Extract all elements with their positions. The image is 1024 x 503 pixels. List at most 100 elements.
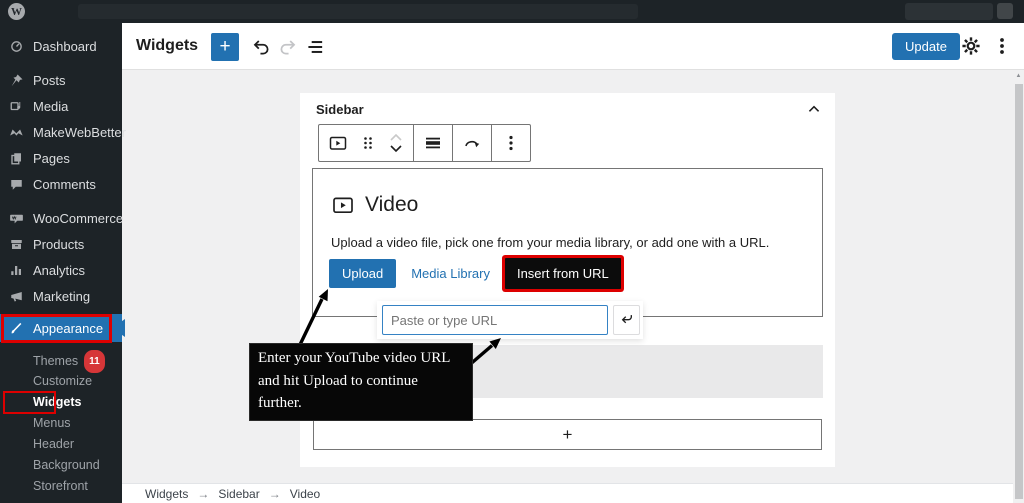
sidebar-item-label: Appearance bbox=[33, 321, 103, 336]
url-popover bbox=[377, 301, 643, 339]
gear-icon[interactable] bbox=[960, 35, 982, 57]
block-toolbar bbox=[318, 124, 531, 162]
admin-top-bar: W bbox=[0, 0, 1024, 23]
breadcrumb-arrow: → bbox=[197, 487, 209, 501]
sidebar-item-pages[interactable]: Pages bbox=[0, 145, 122, 171]
makewebbetter-icon bbox=[9, 125, 24, 140]
themes-update-badge: 11 bbox=[84, 350, 105, 373]
sidebar-item-label: Pages bbox=[33, 151, 70, 166]
toolbar-group-block bbox=[319, 125, 413, 161]
video-block-icon bbox=[331, 193, 355, 217]
align-button[interactable] bbox=[418, 126, 448, 160]
blurred-site-title bbox=[78, 4, 638, 19]
breadcrumb-widgets[interactable]: Widgets bbox=[145, 487, 188, 501]
update-button[interactable]: Update bbox=[892, 33, 960, 60]
undo-button[interactable] bbox=[250, 36, 272, 58]
sidebar-item-label: Analytics bbox=[33, 263, 85, 278]
submenu-item-background[interactable]: Background bbox=[0, 455, 122, 476]
curved-arrow-icon bbox=[462, 133, 482, 153]
scrollbar-up-arrow[interactable]: ▲ bbox=[1013, 70, 1024, 82]
sidebar-item-label: MakeWebBetter bbox=[33, 125, 126, 140]
submenu-item-menus[interactable]: Menus bbox=[0, 413, 122, 434]
sidebar-item-marketing[interactable]: Marketing bbox=[0, 283, 122, 309]
toolbar-group-move bbox=[452, 125, 491, 161]
media-library-button[interactable]: Media Library bbox=[411, 266, 490, 281]
sidebar-item-dashboard[interactable]: Dashboard bbox=[0, 33, 122, 59]
add-block-button[interactable]: + bbox=[211, 33, 239, 61]
submenu-item-themes[interactable]: Themes11 bbox=[0, 350, 122, 371]
block-movers[interactable] bbox=[383, 126, 409, 160]
widget-area-title: Sidebar bbox=[316, 102, 364, 117]
breadcrumb-sidebar[interactable]: Sidebar bbox=[218, 487, 259, 501]
drag-dots-icon bbox=[358, 133, 378, 153]
submenu-item-storefront[interactable]: Storefront bbox=[0, 476, 122, 497]
admin-sidebar: Dashboard Posts Media MakeWebBetter Page… bbox=[0, 23, 122, 503]
sidebar-item-appearance[interactable]: Appearance bbox=[0, 314, 122, 342]
toolbar-group-align bbox=[413, 125, 452, 161]
apply-url-button[interactable] bbox=[613, 305, 640, 335]
move-up-icon bbox=[388, 132, 404, 143]
video-block-icon bbox=[328, 133, 348, 153]
breadcrumb: Widgets → Sidebar → Video bbox=[122, 483, 1024, 503]
video-block-header: Video bbox=[331, 193, 418, 217]
block-options-button[interactable] bbox=[496, 126, 526, 160]
keyboard-return-icon bbox=[618, 311, 636, 329]
sidebar-item-label: Posts bbox=[33, 73, 66, 88]
sidebar-item-label: Products bbox=[33, 237, 84, 252]
current-menu-arrow bbox=[112, 319, 125, 337]
sidebar-item-label: WooCommerce bbox=[33, 211, 123, 226]
sidebar-item-products[interactable]: Products bbox=[0, 231, 122, 257]
breadcrumb-arrow: → bbox=[269, 487, 281, 501]
video-block-description: Upload a video file, pick one from your … bbox=[331, 235, 769, 250]
insert-from-url-button[interactable]: Insert from URL bbox=[505, 258, 621, 289]
woocommerce-icon bbox=[9, 211, 24, 226]
upload-button[interactable]: Upload bbox=[329, 259, 396, 288]
marketing-icon bbox=[9, 289, 24, 304]
comments-icon bbox=[9, 177, 24, 192]
url-input[interactable] bbox=[382, 305, 608, 335]
scrollbar-thumb[interactable] bbox=[1015, 84, 1023, 499]
add-block-appender[interactable]: + bbox=[313, 419, 822, 450]
sidebar-item-makewebbetter[interactable]: MakeWebBetter bbox=[0, 119, 122, 145]
sidebar-item-label: Marketing bbox=[33, 289, 90, 304]
pin-icon bbox=[9, 73, 24, 88]
options-ellipsis-icon[interactable] bbox=[991, 35, 1013, 57]
sidebar-item-label: Comments bbox=[33, 177, 96, 192]
toolbar-group-options bbox=[491, 125, 530, 161]
blurred-user-menu bbox=[905, 3, 993, 20]
sidebar-item-media[interactable]: Media bbox=[0, 93, 122, 119]
drag-handle[interactable] bbox=[353, 126, 383, 160]
move-down-icon bbox=[388, 143, 404, 154]
dashboard-icon bbox=[9, 39, 24, 54]
sidebar-item-analytics[interactable]: Analytics bbox=[0, 257, 122, 283]
submenu-item-header[interactable]: Header bbox=[0, 434, 122, 455]
page-title: Widgets bbox=[136, 37, 198, 55]
submenu-item-customize[interactable]: Customize bbox=[0, 371, 122, 392]
sidebar-item-label: Dashboard bbox=[33, 39, 97, 54]
sidebar-item-posts[interactable]: Posts bbox=[0, 67, 122, 93]
editor-header: Widgets + Update bbox=[122, 23, 1024, 70]
video-block-title: Video bbox=[365, 193, 418, 217]
chevron-up-icon[interactable] bbox=[803, 98, 825, 120]
sidebar-item-comments[interactable]: Comments bbox=[0, 171, 122, 197]
plus-icon: + bbox=[563, 425, 573, 445]
wordpress-logo-icon[interactable]: W bbox=[8, 3, 25, 20]
appearance-icon bbox=[9, 321, 24, 336]
analytics-icon bbox=[9, 263, 24, 278]
appearance-submenu: Themes11 Customize Widgets Menus Header … bbox=[0, 342, 122, 497]
options-ellipsis-icon bbox=[501, 133, 521, 153]
align-icon bbox=[423, 133, 443, 153]
redo-button[interactable] bbox=[277, 36, 299, 58]
sidebar-item-label: Media bbox=[33, 99, 68, 114]
media-icon bbox=[9, 99, 24, 114]
breadcrumb-video[interactable]: Video bbox=[290, 487, 320, 501]
list-view-button[interactable] bbox=[304, 36, 326, 58]
move-to-widget-area-button[interactable] bbox=[457, 126, 487, 160]
plus-icon: + bbox=[219, 36, 230, 57]
avatar bbox=[997, 3, 1013, 19]
products-icon bbox=[9, 237, 24, 252]
annotation-callout: Enter your YouTube video URL and hit Upl… bbox=[249, 343, 473, 421]
video-block-type-button[interactable] bbox=[323, 126, 353, 160]
sidebar-item-woocommerce[interactable]: WooCommerce bbox=[0, 205, 122, 231]
submenu-item-widgets[interactable]: Widgets bbox=[0, 392, 122, 413]
